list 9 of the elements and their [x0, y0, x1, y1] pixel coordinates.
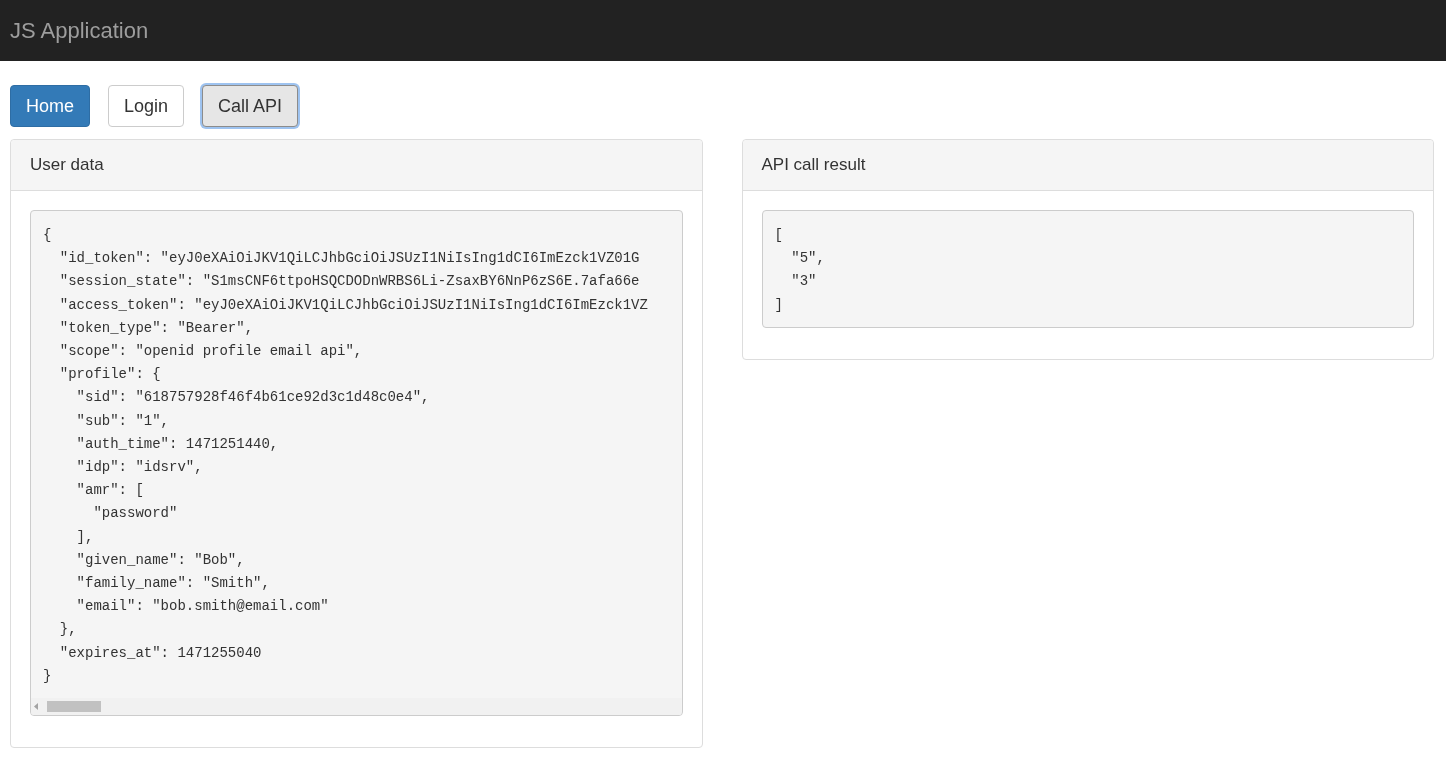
horizontal-scrollbar[interactable]: [31, 698, 682, 716]
app-title: JS Application: [10, 17, 149, 45]
panel-heading: User data: [11, 140, 702, 191]
json-text: [ "5", "3" ]: [773, 226, 826, 315]
json-text: { "id_token": "eyJ0eXAiOiJKV1QiLCJhbGciOiJSUzI1NiIsIng1dCI6ImEzck1VZ01G "session_state": "S1msCNF6ttpoHSQCDODnWRBS6Li-ZsaxBY6NnP6zS6E.7afa66e "access_token": "eyJ0eXAiOiJKV1QiLCJhbGciOiJSUzI1NiIsIng1dCI6ImEzck1VZ "token_type": "Bearer", "scope": "openid profile email api", "profile": { "sid": "618757928f46f4b61ce92d3c1d48c0e4", "sub": "1", "auth_time": 1471251440, "idp": "idsrv", "amr": [ "password" ], "given_name": "Bob", "family_name": "Smith", "email": "bob.smith@email.com" }, "expires_at": 1471255040 }: [42, 226, 649, 686]
nav-button[interactable]: Login: [108, 85, 185, 127]
nav-button[interactable]: Home: [10, 85, 90, 127]
panel-heading: API call result: [742, 140, 1433, 191]
nav-button[interactable]: Call API: [202, 85, 299, 127]
